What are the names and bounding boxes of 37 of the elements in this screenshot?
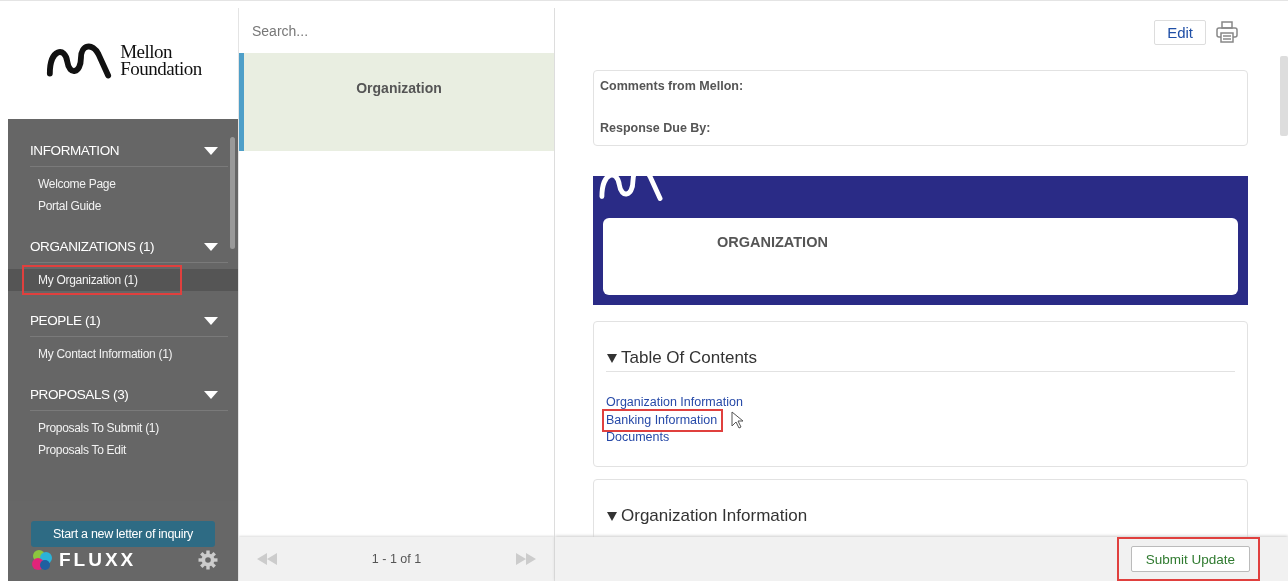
toc-link[interactable]: Banking Information: [606, 411, 718, 429]
cursor-icon: [731, 411, 744, 429]
toc-title[interactable]: Table Of Contents: [621, 348, 758, 368]
section-title[interactable]: ORGANIZATIONS (1): [30, 239, 155, 254]
response-due-label: Response Due By:: [600, 121, 712, 135]
section-title[interactable]: PROPOSALS (3): [30, 387, 129, 402]
section-title[interactable]: Organization Information: [621, 506, 808, 526]
brand-name: FLUXX: [59, 549, 137, 571]
card-title: Organization: [356, 80, 442, 96]
comments-label: Comments from Mellon:: [600, 79, 745, 93]
page-count: 1 - 1 of 1: [371, 552, 422, 566]
caret-icon[interactable]: [204, 316, 218, 325]
list-card[interactable]: Organization: [239, 53, 554, 151]
print-icon[interactable]: [1216, 21, 1238, 43]
sidebar-item[interactable]: Portal Guide: [8, 195, 238, 217]
sidebar-item[interactable]: My Contact Information (1): [8, 343, 238, 365]
sidebar-item[interactable]: Proposals To Edit: [8, 439, 238, 461]
caret-icon[interactable]: [204, 390, 218, 399]
edit-button[interactable]: Edit: [1154, 19, 1206, 45]
scrollbar[interactable]: [1280, 56, 1288, 136]
sidebar-item[interactable]: Proposals To Submit (1): [8, 417, 238, 439]
sidebar-item[interactable]: Welcome Page: [8, 173, 238, 195]
section-title[interactable]: INFORMATION: [30, 143, 120, 158]
petal-logo-icon: [31, 549, 53, 571]
new-inquiry-button[interactable]: Start a new letter of inquiry: [31, 521, 215, 547]
toc-link[interactable]: Organization Information: [606, 394, 743, 411]
triangle-icon[interactable]: [606, 510, 618, 522]
section-title[interactable]: PEOPLE (1): [30, 313, 101, 328]
triangle-icon[interactable]: [606, 352, 618, 364]
caret-icon[interactable]: [204, 146, 218, 155]
scrollbar[interactable]: [230, 137, 235, 249]
toc-link[interactable]: Documents: [606, 429, 670, 446]
caret-icon[interactable]: [204, 242, 218, 251]
logo-text: Mellon Foundation: [120, 42, 202, 77]
submit-update-button[interactable]: Submit Update: [1130, 546, 1250, 572]
settings-icon[interactable]: [198, 550, 218, 570]
banner-title: ORGANIZATION: [717, 234, 828, 250]
